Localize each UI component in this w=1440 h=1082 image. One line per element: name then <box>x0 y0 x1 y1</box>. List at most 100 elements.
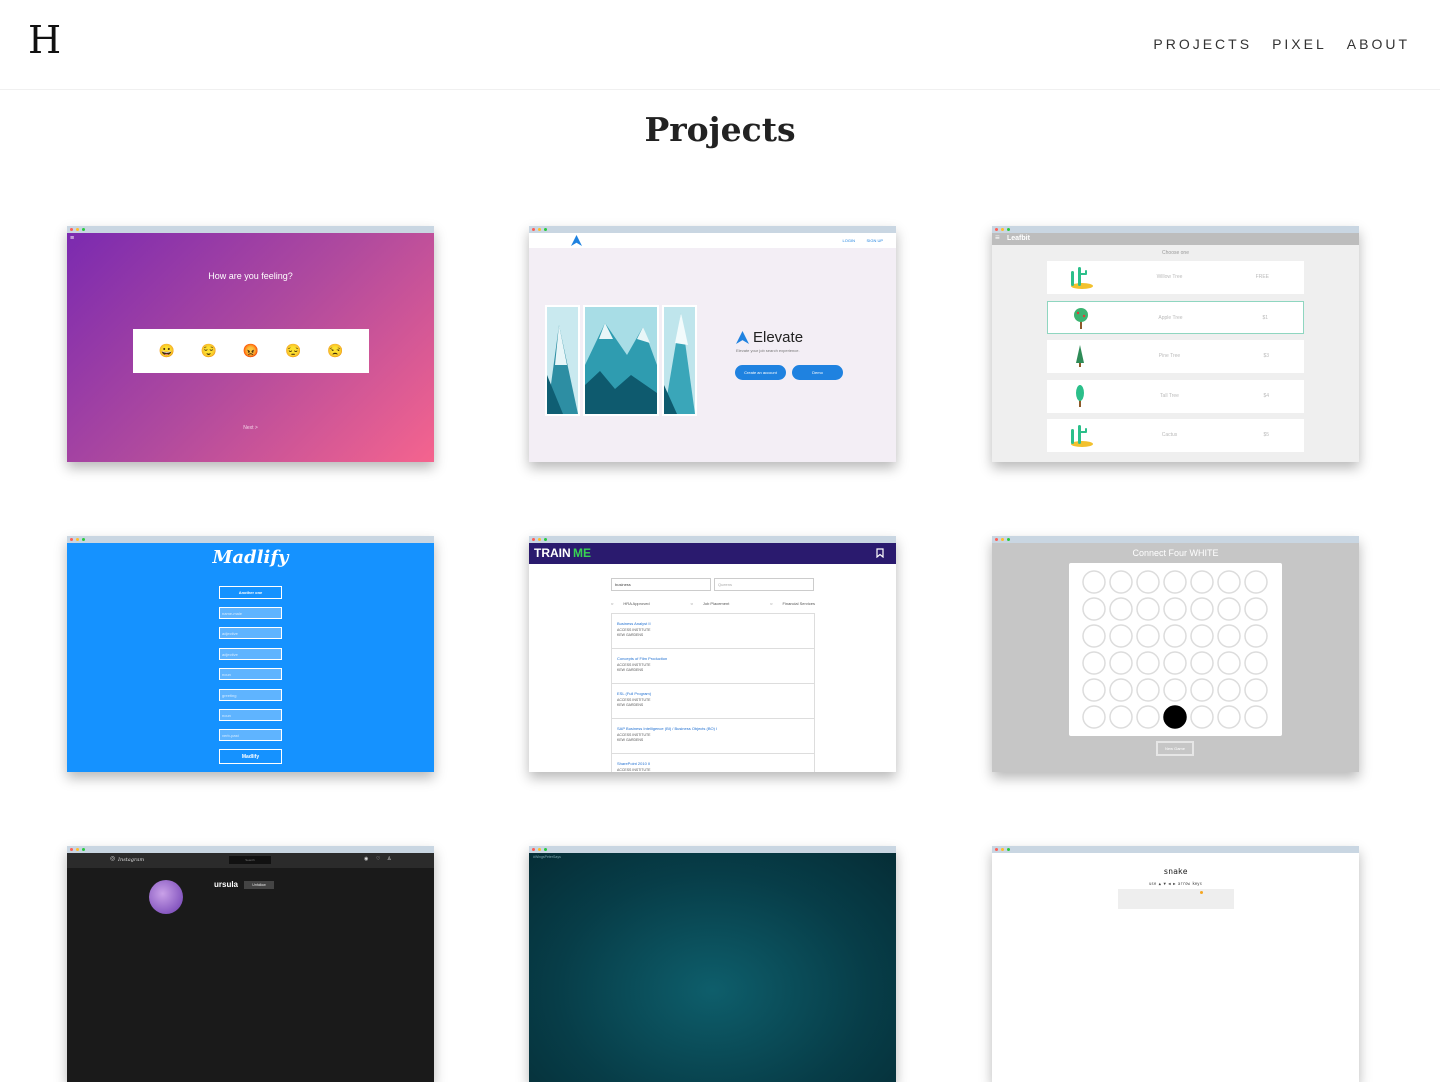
project-card-elevate[interactable]: LOGIN SIGN UP Elevate Elevate your job s… <box>529 226 896 462</box>
board-slot[interactable] <box>1217 570 1241 594</box>
filter-hra[interactable]: ○ HRA Approved <box>611 601 650 606</box>
board-slot[interactable] <box>1190 678 1214 702</box>
mood-next-link[interactable]: Next > <box>67 425 434 431</box>
board-slot[interactable] <box>1082 678 1106 702</box>
leafbit-item[interactable]: Willow Tree FREE <box>1047 261 1304 294</box>
elevate-demo-button[interactable]: Demo <box>792 365 843 380</box>
board-slot[interactable] <box>1244 678 1268 702</box>
project-card-instagram[interactable]: ◎ Instagram Search ◉ ♡ ♙ ursula Unfollow <box>67 846 434 1082</box>
result-title[interactable]: SharePoint 2010 II <box>617 761 809 766</box>
trainme-search-input[interactable]: business <box>611 578 711 591</box>
madlify-input[interactable]: noun <box>219 709 282 721</box>
board-slot[interactable] <box>1163 570 1187 594</box>
elevate-create-account-button[interactable]: Create an account <box>735 365 786 380</box>
board-slot[interactable] <box>1136 678 1160 702</box>
board-slot[interactable] <box>1244 705 1268 729</box>
board-slot[interactable] <box>1082 597 1106 621</box>
board-slot[interactable] <box>1217 705 1241 729</box>
result-title[interactable]: SAP Business Intelligence (BI) / Busines… <box>617 726 809 731</box>
board-slot[interactable] <box>1136 597 1160 621</box>
emoji-grinning-icon[interactable]: 😀 <box>159 343 175 359</box>
board-slot-black[interactable] <box>1163 705 1187 729</box>
emoji-pensive-icon[interactable]: 😔 <box>285 343 301 359</box>
madlify-input[interactable]: noun <box>219 668 282 681</box>
leafbit-item[interactable]: Cactus $5 <box>1047 419 1304 452</box>
nav-projects[interactable]: PROJECTS <box>1153 36 1252 52</box>
snake-board[interactable] <box>1118 889 1234 909</box>
madlify-another-button[interactable]: Another one <box>219 586 282 599</box>
board-slot[interactable] <box>1217 597 1241 621</box>
project-card-dark[interactable]: #WingsPeterSays <box>529 846 896 1082</box>
trainme-result-item[interactable]: SAP Business Intelligence (BI) / Busines… <box>612 719 814 754</box>
madlify-input[interactable]: verb-past <box>219 729 282 742</box>
board-slot[interactable] <box>1082 624 1106 648</box>
project-card-snake[interactable]: snake use ▲ ▼ ◀ ▶ arrow keys <box>992 846 1359 1082</box>
nav-about[interactable]: ABOUT <box>1347 36 1410 52</box>
result-title[interactable]: ESL (Full Program) <box>617 691 809 696</box>
board-slot[interactable] <box>1163 678 1187 702</box>
board-slot[interactable] <box>1163 624 1187 648</box>
board-slot[interactable] <box>1244 624 1268 648</box>
site-logo[interactable]: H <box>28 18 61 62</box>
project-card-connect-four[interactable]: Connect Four WHITE New Game <box>992 536 1359 772</box>
board-slot[interactable] <box>1109 678 1133 702</box>
instagram-search-input[interactable]: Search <box>229 856 271 864</box>
leafbit-item[interactable]: Apple Tree $1 <box>1047 300 1304 334</box>
connect-four-board[interactable] <box>1069 563 1282 736</box>
project-card-trainme[interactable]: TRAIN ME business Queens ○ HRA Approved … <box>529 536 896 772</box>
madlify-input[interactable]: adjective <box>219 647 282 660</box>
project-card-mood[interactable]: ≡ How are you feeling? 😀 😌 😡 😔 😒 Next > <box>67 226 434 462</box>
explore-icon[interactable]: ◉ <box>364 856 368 862</box>
board-slot[interactable] <box>1136 651 1160 675</box>
leafbit-item[interactable]: Tall Tree $4 <box>1047 379 1304 413</box>
trainme-result-item[interactable]: SharePoint 2010 II ACCESS INSTITUTE <box>612 754 814 772</box>
board-slot[interactable] <box>1190 570 1214 594</box>
board-slot[interactable] <box>1190 651 1214 675</box>
filter-job-placement[interactable]: ○ Job Placement <box>690 601 729 606</box>
result-title[interactable]: Concepts of Film Production <box>617 656 809 661</box>
bookmark-icon[interactable] <box>876 548 884 558</box>
board-slot[interactable] <box>1109 570 1133 594</box>
emoji-relieved-icon[interactable]: 😌 <box>201 343 217 359</box>
project-card-leafbit[interactable]: ≡ Leafbit Choose one Willow Tree FREE Appl… <box>992 226 1359 462</box>
elevate-signup-link[interactable]: SIGN UP <box>867 238 883 243</box>
madlify-input[interactable]: adjective <box>219 627 282 640</box>
board-slot[interactable] <box>1082 705 1106 729</box>
board-slot[interactable] <box>1136 570 1160 594</box>
board-slot[interactable] <box>1244 597 1268 621</box>
board-slot[interactable] <box>1217 651 1241 675</box>
board-slot[interactable] <box>1217 624 1241 648</box>
board-slot[interactable] <box>1190 705 1214 729</box>
trainme-location-input[interactable]: Queens <box>714 578 814 591</box>
board-slot[interactable] <box>1109 597 1133 621</box>
board-slot[interactable] <box>1082 651 1106 675</box>
board-slot[interactable] <box>1190 597 1214 621</box>
board-slot[interactable] <box>1244 651 1268 675</box>
trainme-result-item[interactable]: Business Analyst II ACCESS INSTITUTE KEW G… <box>612 614 814 649</box>
madlify-submit-button[interactable]: Madlify <box>219 749 282 764</box>
profile-icon[interactable]: ♙ <box>387 856 391 862</box>
result-title[interactable]: Business Analyst II <box>617 621 809 626</box>
unfollow-button[interactable]: Unfollow <box>244 881 274 889</box>
madlify-input[interactable]: name-male <box>219 607 282 619</box>
madlify-input[interactable]: greeting <box>219 688 282 701</box>
leafbit-item[interactable]: Pine Tree $3 <box>1047 340 1304 373</box>
new-game-button[interactable]: New Game <box>1156 741 1194 756</box>
board-slot[interactable] <box>1109 705 1133 729</box>
nav-pixel[interactable]: PIXEL <box>1272 36 1327 52</box>
board-slot[interactable] <box>1163 597 1187 621</box>
board-slot[interactable] <box>1136 705 1160 729</box>
emoji-unamused-icon[interactable]: 😒 <box>327 343 343 359</box>
board-slot[interactable] <box>1136 624 1160 648</box>
board-slot[interactable] <box>1109 651 1133 675</box>
trainme-result-item[interactable]: ESL (Full Program) ACCESS INSTITUTE KEW GA… <box>612 684 814 719</box>
board-slot[interactable] <box>1082 570 1106 594</box>
board-slot[interactable] <box>1163 651 1187 675</box>
board-slot[interactable] <box>1190 624 1214 648</box>
elevate-login-link[interactable]: LOGIN <box>843 238 855 243</box>
board-slot[interactable] <box>1217 678 1241 702</box>
board-slot[interactable] <box>1109 624 1133 648</box>
board-slot[interactable] <box>1244 570 1268 594</box>
trainme-result-item[interactable]: Concepts of Film Production ACCESS INSTIT… <box>612 649 814 684</box>
project-card-madlify[interactable]: Madlify Another one name-male adjective ad… <box>67 536 434 772</box>
